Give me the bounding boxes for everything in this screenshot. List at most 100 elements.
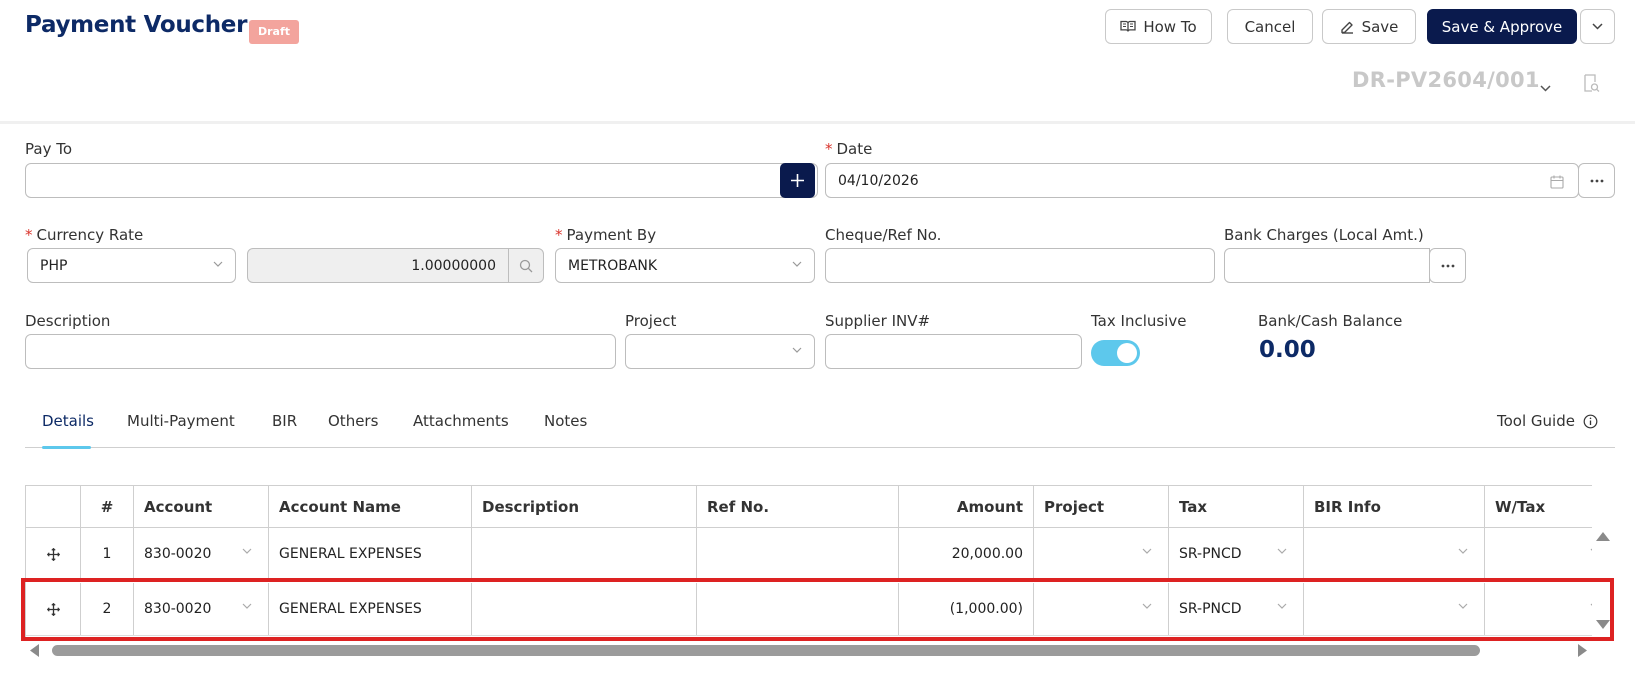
- chevron-down-icon: [1592, 23, 1603, 30]
- more-actions-dropdown[interactable]: [1580, 9, 1615, 44]
- chevron-down-icon: [1458, 603, 1468, 609]
- amount-cell[interactable]: 20,000.00: [899, 528, 1034, 580]
- horizontal-scrollbar-thumb[interactable]: [52, 645, 1480, 656]
- description-input[interactable]: [25, 334, 616, 369]
- document-search-icon[interactable]: [1583, 74, 1600, 97]
- pay-to-label: Pay To: [25, 140, 72, 158]
- save-button[interactable]: Save: [1322, 9, 1416, 44]
- tax-value: SR-PNCD: [1179, 546, 1242, 562]
- bank-charges-more-button[interactable]: [1429, 248, 1466, 283]
- column-header-project: Project: [1034, 486, 1169, 527]
- chevron-down-icon: [1540, 85, 1551, 92]
- scroll-down-arrow-icon[interactable]: [1596, 620, 1610, 629]
- ref-no-cell[interactable]: [697, 583, 899, 635]
- plus-icon: [791, 174, 804, 187]
- chevron-down-icon: [242, 603, 252, 609]
- currency-rate-label: * Currency Rate: [25, 226, 144, 244]
- column-header-description: Description: [472, 486, 697, 527]
- ellipsis-icon: [1441, 264, 1454, 267]
- tab-bir[interactable]: BIR: [272, 412, 297, 430]
- ellipsis-icon: [1590, 179, 1603, 182]
- how-to-button[interactable]: How To: [1105, 9, 1212, 44]
- tab-multi-payment[interactable]: Multi-Payment: [127, 412, 235, 430]
- chevron-down-icon: [1277, 603, 1287, 609]
- supplier-inv-input[interactable]: [825, 334, 1082, 369]
- balance-label: Bank/Cash Balance: [1258, 312, 1403, 330]
- project-select[interactable]: [625, 334, 815, 369]
- chevron-down-icon: [1142, 603, 1152, 609]
- tax-select[interactable]: SR-PNCD: [1169, 528, 1304, 580]
- tab-others[interactable]: Others: [328, 412, 378, 430]
- calendar-icon[interactable]: [1550, 175, 1564, 189]
- tab-bar: Details Multi-Payment BIR Others Attachm…: [25, 408, 1615, 449]
- column-header-ref-no: Ref No.: [697, 486, 899, 527]
- amount-cell[interactable]: (1,000.00): [899, 583, 1034, 635]
- payment-by-value: METROBANK: [568, 257, 658, 274]
- scroll-right-arrow-icon[interactable]: [1578, 644, 1587, 657]
- header-divider: [0, 121, 1635, 124]
- chevron-down-icon: [1590, 603, 1592, 606]
- tax-inclusive-label: Tax Inclusive: [1091, 312, 1187, 330]
- account-select[interactable]: 830-0020: [134, 528, 269, 580]
- book-icon: [1120, 20, 1136, 32]
- project-select[interactable]: [1034, 583, 1169, 635]
- date-input[interactable]: 04/10/2026: [825, 163, 1579, 198]
- active-tab-indicator: [42, 446, 91, 449]
- scroll-up-arrow-icon[interactable]: [1596, 532, 1610, 541]
- tab-details[interactable]: Details: [42, 412, 94, 430]
- scroll-left-arrow-icon[interactable]: [30, 644, 39, 657]
- tax-inclusive-toggle[interactable]: [1091, 340, 1140, 366]
- tab-notes[interactable]: Notes: [544, 412, 587, 430]
- table-row[interactable]: 1 830-0020 GENERAL EXPENSES 20,000.00 SR…: [26, 528, 1592, 581]
- chevron-down-icon: [1590, 548, 1592, 551]
- rate-search-button[interactable]: [508, 248, 544, 283]
- wtax-select[interactable]: [1485, 583, 1592, 635]
- details-grid: # Account Account Name Description Ref N…: [25, 485, 1592, 639]
- pencil-icon: [1340, 21, 1353, 34]
- payment-by-select[interactable]: METROBANK: [555, 248, 815, 283]
- pay-to-input[interactable]: [25, 163, 818, 198]
- description-cell[interactable]: [472, 583, 697, 635]
- column-header-tax: Tax: [1169, 486, 1304, 527]
- tool-guide-button[interactable]: Tool Guide: [1497, 412, 1598, 430]
- tax-select[interactable]: SR-PNCD: [1169, 583, 1304, 635]
- column-header-bir-info: BIR Info: [1304, 486, 1485, 527]
- account-value: 830-0020: [144, 546, 212, 562]
- column-header-account: Account: [134, 486, 269, 527]
- row-number: 1: [81, 528, 134, 580]
- save-approve-button[interactable]: Save & Approve: [1427, 9, 1577, 44]
- chevron-down-icon: [792, 261, 802, 267]
- bank-charges-input[interactable]: [1224, 248, 1430, 283]
- ref-no-cell[interactable]: [697, 528, 899, 580]
- payment-by-label: * Payment By: [555, 226, 657, 244]
- add-payee-button[interactable]: [780, 163, 815, 198]
- account-name-cell: GENERAL EXPENSES: [269, 583, 472, 635]
- document-number-dropdown[interactable]: [1540, 78, 1551, 96]
- bir-info-select[interactable]: [1304, 583, 1485, 635]
- bir-info-select[interactable]: [1304, 528, 1485, 580]
- grid-header-row: # Account Account Name Description Ref N…: [26, 486, 1592, 528]
- cancel-button[interactable]: Cancel: [1227, 9, 1313, 44]
- row-number: 2: [81, 583, 134, 635]
- supplier-inv-label: Supplier INV#: [825, 312, 931, 330]
- currency-select[interactable]: PHP: [27, 248, 236, 283]
- project-select[interactable]: [1034, 528, 1169, 580]
- account-select[interactable]: 830-0020: [134, 583, 269, 635]
- cheque-ref-input[interactable]: [825, 248, 1215, 283]
- chevron-down-icon: [792, 347, 802, 353]
- description-cell[interactable]: [472, 528, 697, 580]
- table-row[interactable]: 2 830-0020 GENERAL EXPENSES (1,000.00) S…: [26, 583, 1592, 636]
- wtax-select[interactable]: [1485, 528, 1592, 580]
- bank-charges-label: Bank Charges (Local Amt.): [1224, 226, 1424, 244]
- drag-handle[interactable]: [26, 528, 81, 580]
- info-icon: [1583, 414, 1598, 428]
- chevron-down-icon: [1277, 548, 1287, 554]
- date-more-button[interactable]: [1578, 163, 1615, 198]
- chevron-down-icon: [242, 548, 252, 554]
- tool-guide-label: Tool Guide: [1497, 412, 1575, 430]
- column-header-number: #: [81, 486, 134, 527]
- toggle-knob: [1117, 343, 1137, 363]
- column-header-account-name: Account Name: [269, 486, 472, 527]
- drag-handle[interactable]: [26, 583, 81, 635]
- tab-attachments[interactable]: Attachments: [413, 412, 509, 430]
